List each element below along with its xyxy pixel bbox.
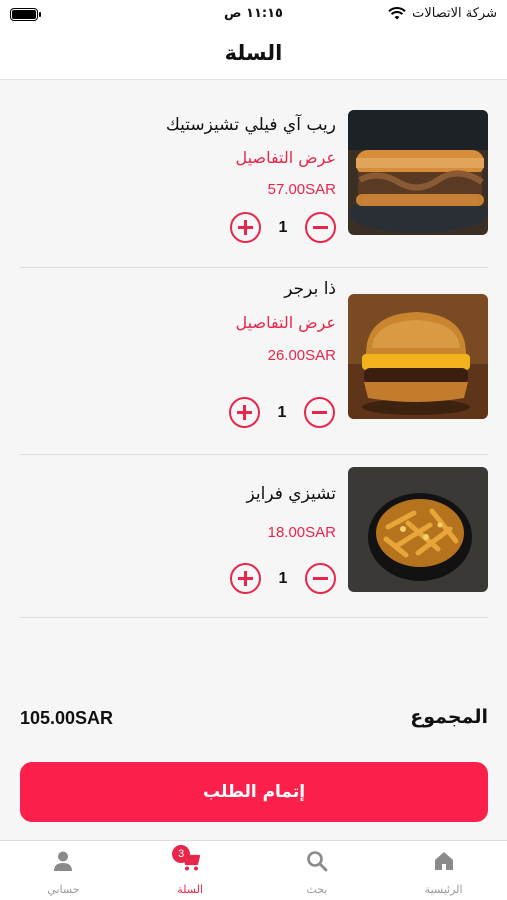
- tab-label: الرئيسية: [424, 883, 463, 896]
- order-total: المجموع 105.00SAR: [20, 706, 488, 736]
- search-icon: [307, 851, 328, 872]
- decrease-quantity-button[interactable]: [305, 212, 336, 243]
- status-time: ١١:١٥ ص: [224, 6, 283, 21]
- status-bar: ١١:١٥ ص شركة الاتصالات: [0, 0, 507, 30]
- item-price: 26.00SAR: [267, 347, 336, 364]
- checkout-button[interactable]: إتمام الطلب: [20, 762, 488, 822]
- cart-count-badge: 3: [172, 845, 191, 863]
- item-image-fries[interactable]: [348, 467, 488, 592]
- tab-home[interactable]: الرئيسية: [380, 841, 507, 900]
- item-price: 18.00SAR: [267, 524, 336, 541]
- tab-account[interactable]: حسابي: [0, 841, 127, 900]
- decrease-quantity-button[interactable]: [305, 563, 336, 594]
- user-icon: [54, 851, 73, 871]
- quantity-stepper: 1: [230, 212, 336, 243]
- total-value: 105.00SAR: [20, 708, 114, 728]
- tab-label: بحث: [306, 883, 328, 896]
- wifi-icon: [388, 6, 406, 19]
- increase-quantity-button[interactable]: [229, 397, 260, 428]
- view-details-link[interactable]: عرض التفاصيل: [236, 306, 336, 340]
- item-name: تشيزي فرايز: [246, 484, 336, 504]
- page-header: السلة: [0, 30, 507, 80]
- tab-label: حسابي: [47, 883, 80, 896]
- decrease-quantity-button[interactable]: [304, 397, 335, 428]
- quantity-stepper: 1: [229, 397, 335, 428]
- cart-item: ريب آي فيلي تشيزستيك عرض التفاصيل 57.00S…: [20, 110, 488, 268]
- item-name: ذا برجر: [284, 279, 336, 299]
- battery-icon: [10, 8, 41, 21]
- page-title: السلة: [224, 41, 283, 65]
- quantity-stepper: 1: [230, 563, 336, 594]
- view-details-link[interactable]: عرض التفاصيل: [166, 142, 336, 174]
- tab-search[interactable]: بحث: [254, 841, 381, 900]
- item-price: 57.00SAR: [267, 181, 336, 198]
- cart-icon-wrapper: 3: [172, 845, 202, 873]
- bottom-tab-bar: الرئيسية بحث 3 السلة حسابي: [0, 840, 507, 900]
- status-carrier: شركة الاتصالات: [388, 6, 497, 21]
- quantity-value: 1: [278, 569, 288, 587]
- carrier-name: شركة الاتصالات: [412, 6, 497, 21]
- quantity-value: 1: [277, 403, 287, 421]
- cart-item: تشيزي فرايز 18.00SAR 1: [20, 455, 488, 618]
- increase-quantity-button[interactable]: [230, 563, 261, 594]
- item-image-burger[interactable]: [348, 294, 488, 419]
- tab-label: السلة: [177, 883, 203, 896]
- tab-cart[interactable]: 3 السلة: [127, 841, 254, 900]
- home-icon: [434, 852, 453, 870]
- total-label: المجموع: [410, 706, 488, 728]
- item-name: ريب آي فيلي تشيزستيك: [165, 115, 336, 135]
- quantity-value: 1: [278, 218, 288, 236]
- item-image-cheesesteak[interactable]: [348, 110, 488, 235]
- increase-quantity-button[interactable]: [230, 212, 261, 243]
